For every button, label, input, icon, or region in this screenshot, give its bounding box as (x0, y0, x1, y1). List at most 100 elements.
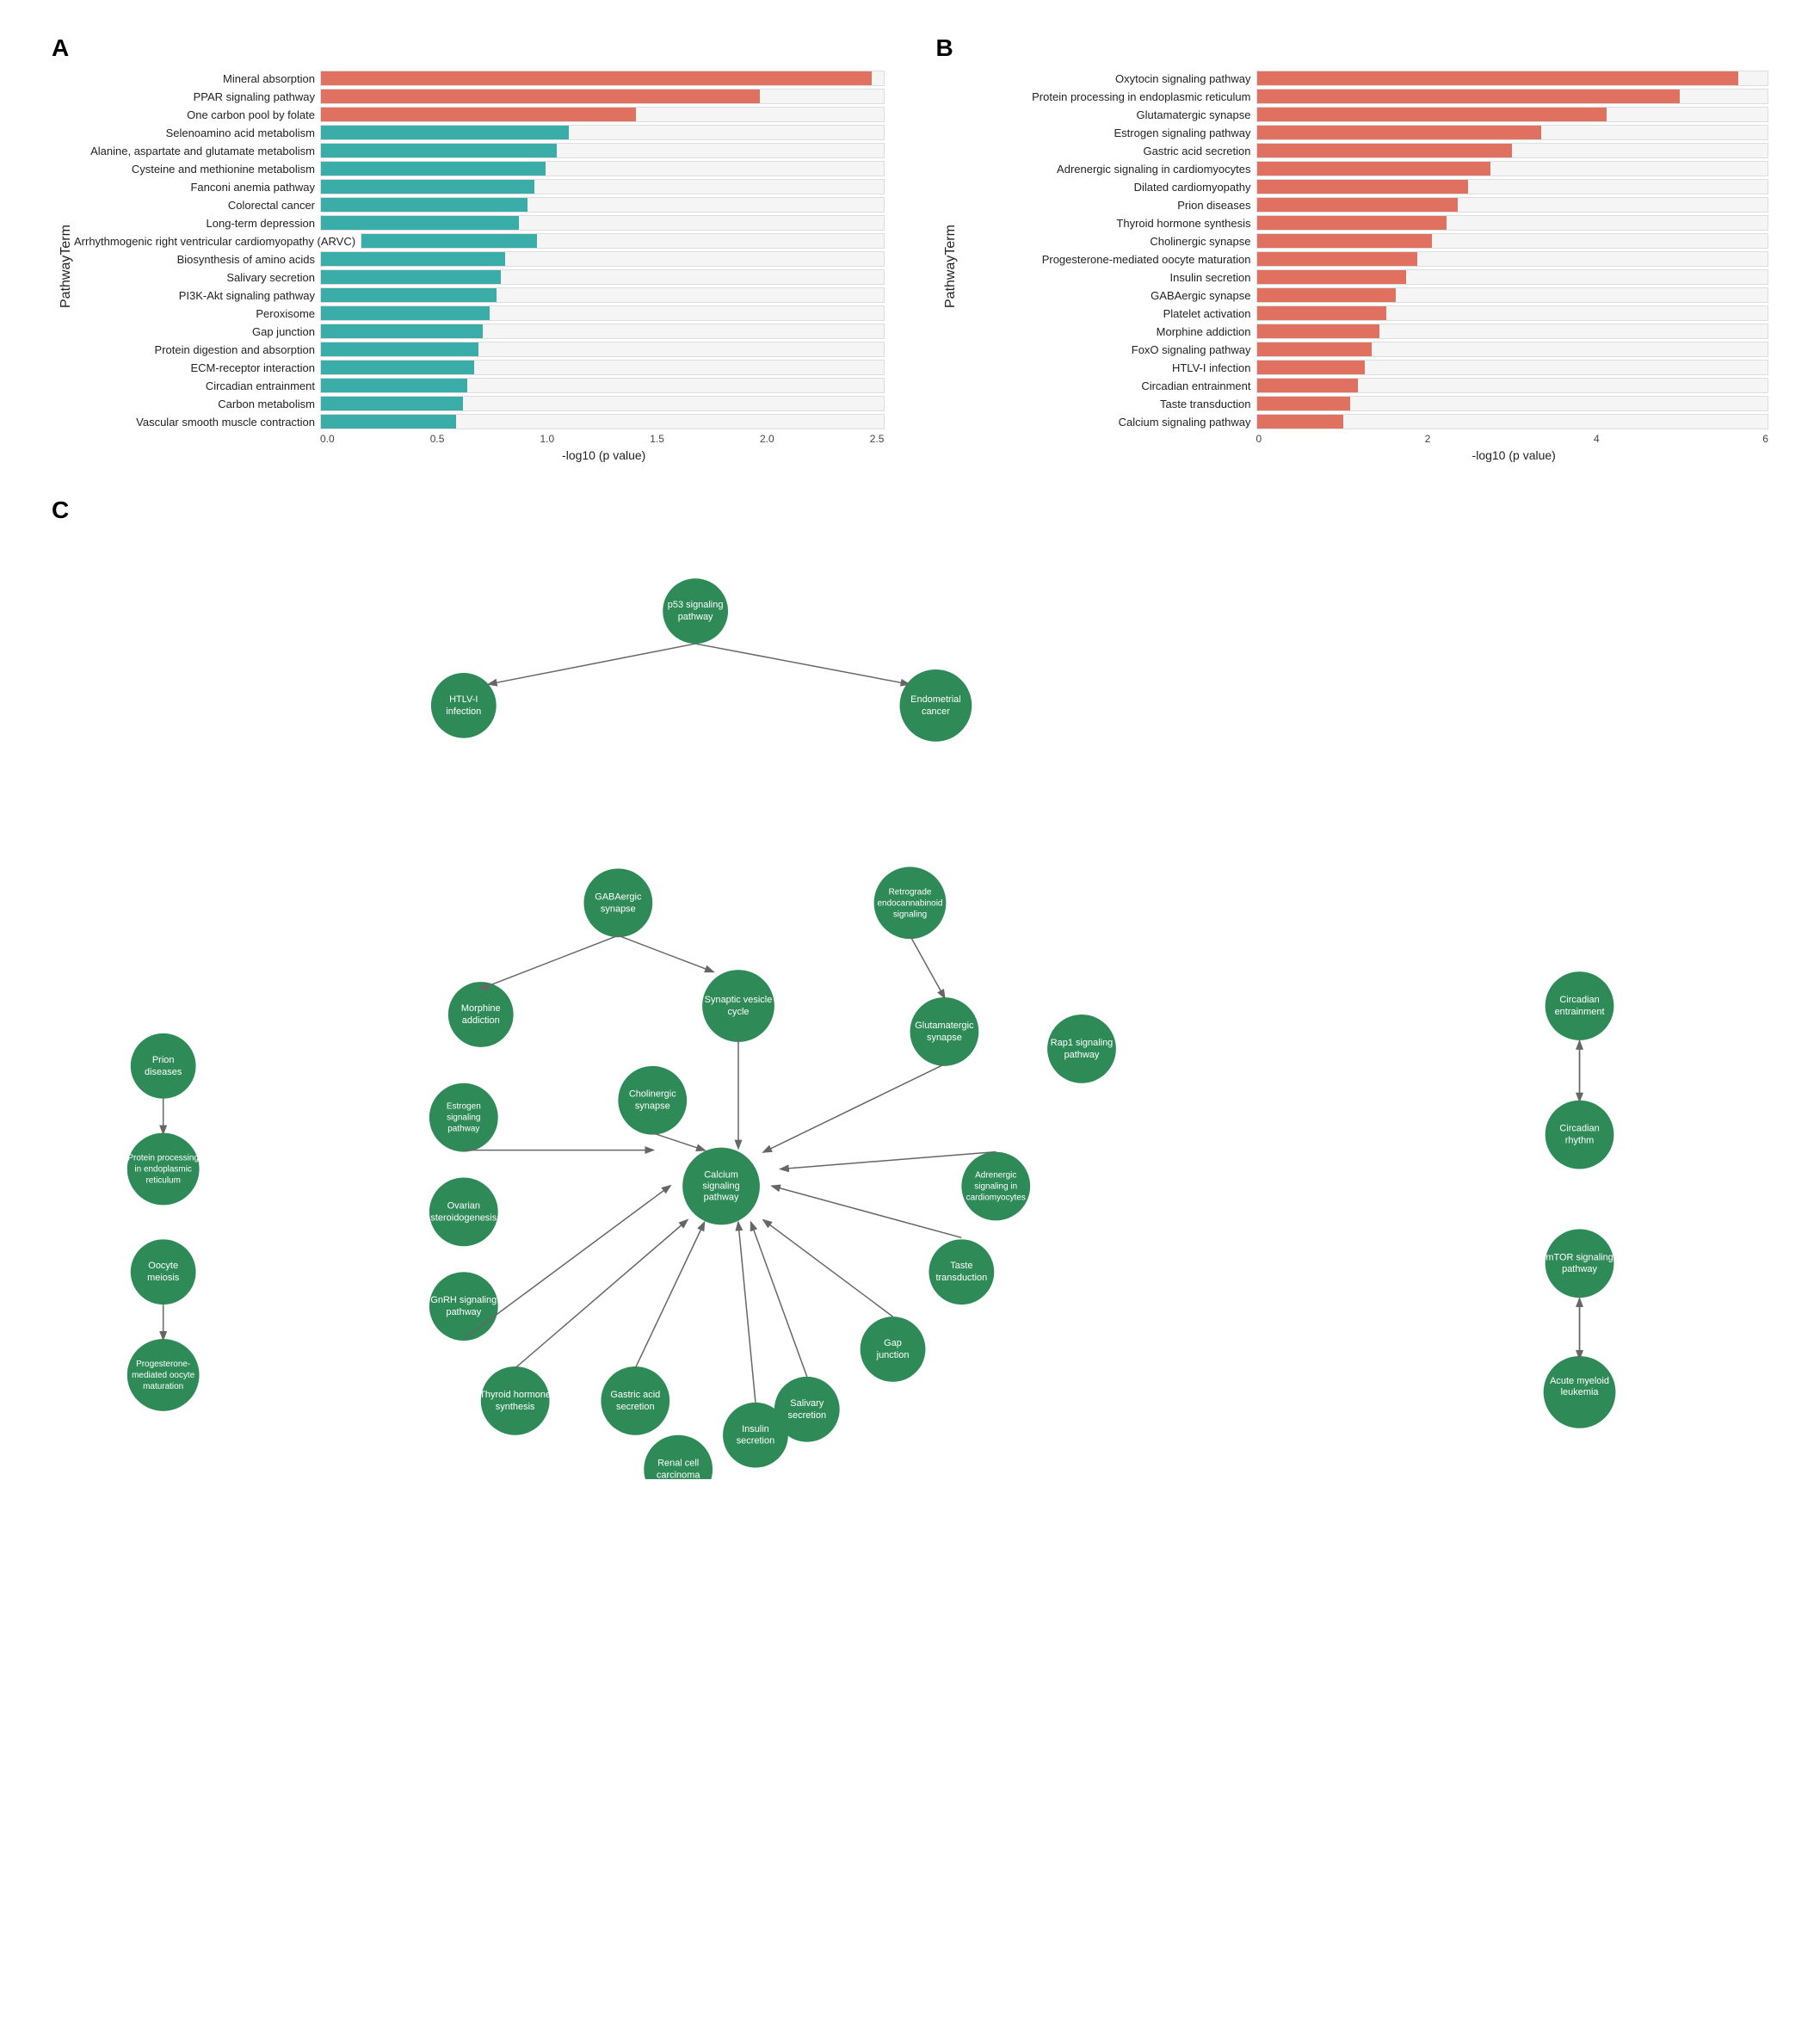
bar-label: Peroxisome (74, 307, 315, 320)
bar-track (1256, 89, 1769, 104)
bar-row: Thyroid hormone synthesis (959, 215, 1769, 231)
bar-fill (321, 306, 490, 320)
bar-track (1256, 197, 1769, 213)
bar-fill (321, 324, 483, 338)
node-gap-label2: junction (876, 1350, 910, 1360)
bar-row: Vascular smooth muscle contraction (74, 414, 885, 429)
bar-row: Gastric acid secretion (959, 143, 1769, 158)
bar-row: Alanine, aspartate and glutamate metabol… (74, 143, 885, 158)
bar-track (361, 233, 884, 249)
node-circ-rhythm-label1: Circadian (1559, 1124, 1599, 1134)
panel-b-label: B (936, 34, 1769, 62)
node-insulin-label2: secretion (737, 1436, 775, 1446)
node-gastric-label2: secretion (616, 1402, 655, 1412)
node-gaba-label2: synapse (601, 904, 636, 914)
node-thyroid-label2: synthesis (496, 1402, 535, 1412)
node-retrograde-label2: endocannabinoid (878, 898, 943, 908)
node-leukemia-label2: leukemia (1561, 1387, 1600, 1397)
bar-row: Long-term depression (74, 215, 885, 231)
bar-label: FoxO signaling pathway (959, 343, 1251, 356)
node-glut-label2: synapse (927, 1033, 962, 1043)
node-gap-label1: Gap (884, 1338, 902, 1348)
bar-label: Protein digestion and absorption (74, 343, 315, 356)
bar-row: Circadian entrainment (74, 378, 885, 393)
bar-track (320, 197, 885, 213)
x-tick: 2.0 (760, 433, 774, 445)
node-taste-label1: Taste (950, 1261, 972, 1271)
x-tick: 0.0 (320, 433, 335, 445)
bar-row: Circadian entrainment (959, 378, 1769, 393)
bar-track (320, 161, 885, 176)
node-progesterone-label2: mediated oocyte (132, 1371, 195, 1380)
bar-track (1256, 342, 1769, 357)
bar-fill (1257, 144, 1513, 157)
bar-label: Arrhythmogenic right ventricular cardiom… (74, 235, 355, 248)
bar-label: GABAergic synapse (959, 289, 1251, 302)
network-diagram: p53 signaling pathway HTLV-I infection E… (52, 533, 1768, 1479)
bar-fill (321, 108, 636, 121)
bar-fill (321, 198, 527, 212)
bar-label: Platelet activation (959, 307, 1251, 320)
node-morphine-label1: Morphine (461, 1003, 501, 1014)
bar-row: PPAR signaling pathway (74, 89, 885, 104)
bar-label: Biosynthesis of amino acids (74, 253, 315, 266)
panel-a: A PathwayTerm Mineral absorptionPPAR sig… (52, 34, 885, 462)
bar-row: FoxO signaling pathway (959, 342, 1769, 357)
panel-b-y-axis: PathwayTerm (936, 71, 959, 462)
node-progesterone-label3: maturation (143, 1382, 183, 1391)
bar-fill (321, 180, 534, 194)
bar-row: Fanconi anemia pathway (74, 179, 885, 194)
bar-row: Progesterone-mediated oocyte maturation (959, 251, 1769, 267)
bar-label: One carbon pool by folate (74, 108, 315, 121)
x-tick: 4 (1594, 433, 1600, 445)
bar-fill (1257, 108, 1607, 121)
panel-b: B PathwayTerm Oxytocin signaling pathway… (936, 34, 1769, 462)
node-oocyte-label1: Oocyte (148, 1261, 178, 1271)
edge-retro-glut (910, 935, 945, 997)
node-retrograde-label1: Retrograde (889, 887, 932, 897)
bar-row: Biosynthesis of amino acids (74, 251, 885, 267)
node-estrogen-label2: signaling (447, 1113, 480, 1123)
node-progesterone-label1: Progesterone- (136, 1360, 190, 1369)
bar-row: Colorectal cancer (74, 197, 885, 213)
x-tick: 0 (1256, 433, 1262, 445)
node-circ-ent-label1: Circadian (1559, 995, 1599, 1005)
bar-track (320, 396, 885, 411)
node-chol-label2: synapse (635, 1101, 670, 1112)
bar-label: Gap junction (74, 325, 315, 338)
bar-track (1256, 287, 1769, 303)
panel-a-inner: Mineral absorptionPPAR signaling pathway… (74, 71, 885, 462)
top-row: A PathwayTerm Mineral absorptionPPAR sig… (52, 34, 1768, 462)
bar-row: Adrenergic signaling in cardiomyocytes (959, 161, 1769, 176)
bar-fill (1257, 71, 1739, 85)
node-calcium-label1: Calcium (704, 1170, 738, 1181)
node-protein-proc-label3: reticulum (145, 1175, 180, 1185)
bar-label: Circadian entrainment (959, 379, 1251, 392)
bar-fill (1257, 324, 1379, 338)
bar-label: Glutamatergic synapse (959, 108, 1251, 121)
node-ovarian-label1: Ovarian (447, 1200, 480, 1211)
bar-track (1256, 396, 1769, 411)
panel-c-label: C (52, 496, 1768, 524)
node-endometrial-label1: Endometrial (910, 694, 961, 705)
node-insulin-label1: Insulin (742, 1424, 769, 1434)
panel-b-x-label: -log10 (p value) (959, 448, 1769, 462)
node-glut-label1: Glutamatergic (915, 1021, 974, 1031)
edge-gap-calcium (764, 1220, 893, 1317)
bar-track (320, 378, 885, 393)
node-prion-label1: Prion (152, 1055, 175, 1065)
bar-track (1256, 233, 1769, 249)
bar-row: Prion diseases (959, 197, 1769, 213)
node-leukemia-label1: Acute myeloid (1550, 1376, 1609, 1386)
bar-row: Platelet activation (959, 305, 1769, 321)
bar-track (320, 305, 885, 321)
bar-fill (321, 252, 505, 266)
bar-label: Salivary secretion (74, 271, 315, 284)
bar-label: ECM-receptor interaction (74, 361, 315, 374)
bar-track (320, 179, 885, 194)
bar-label: Carbon metabolism (74, 398, 315, 410)
bar-track (1256, 251, 1769, 267)
bar-label: Long-term depression (74, 217, 315, 230)
node-calcium-label2: signaling (702, 1181, 739, 1191)
bar-label: Dilated cardiomyopathy (959, 181, 1251, 194)
